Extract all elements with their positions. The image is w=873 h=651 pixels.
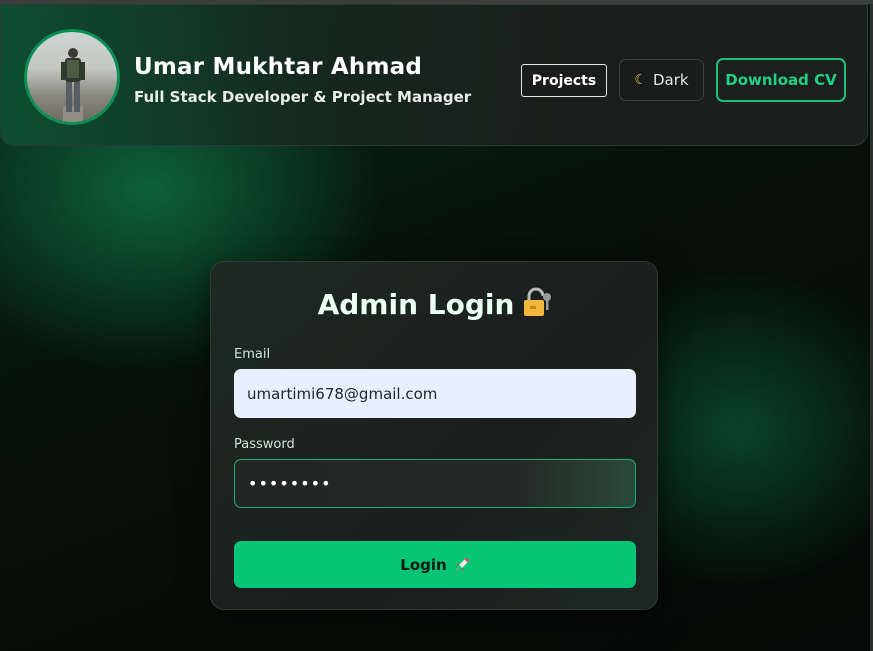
rocket-icon (455, 557, 469, 571)
profile-name: Umar Mukhtar Ahmad (134, 54, 423, 80)
moon-icon: ☾ (634, 72, 647, 88)
email-label: Email (234, 347, 271, 362)
lock-icon (524, 287, 552, 316)
login-button-label: Login (400, 555, 447, 574)
password-label: Password (234, 437, 295, 452)
site-header: Umar Mukhtar Ahmad Full Stack Developer … (0, 4, 868, 146)
email-field[interactable]: umartimi678@gmail.com (234, 369, 636, 418)
login-title: Admin Login (211, 286, 659, 321)
profile-photo (61, 48, 85, 122)
theme-toggle-button[interactable]: ☾ Dark (619, 59, 704, 101)
projects-button[interactable]: Projects (521, 64, 607, 97)
login-button[interactable]: Login (234, 541, 636, 588)
theme-toggle-label: Dark (652, 71, 689, 89)
password-field[interactable]: •••••••• (234, 459, 636, 508)
login-title-text: Admin Login (317, 288, 515, 321)
admin-login-card: Admin Login Email umartimi678@gmail.com … (210, 261, 658, 610)
avatar (24, 29, 120, 125)
download-cv-button[interactable]: Download CV (716, 58, 846, 102)
profile-role: Full Stack Developer & Project Manager (134, 88, 472, 106)
